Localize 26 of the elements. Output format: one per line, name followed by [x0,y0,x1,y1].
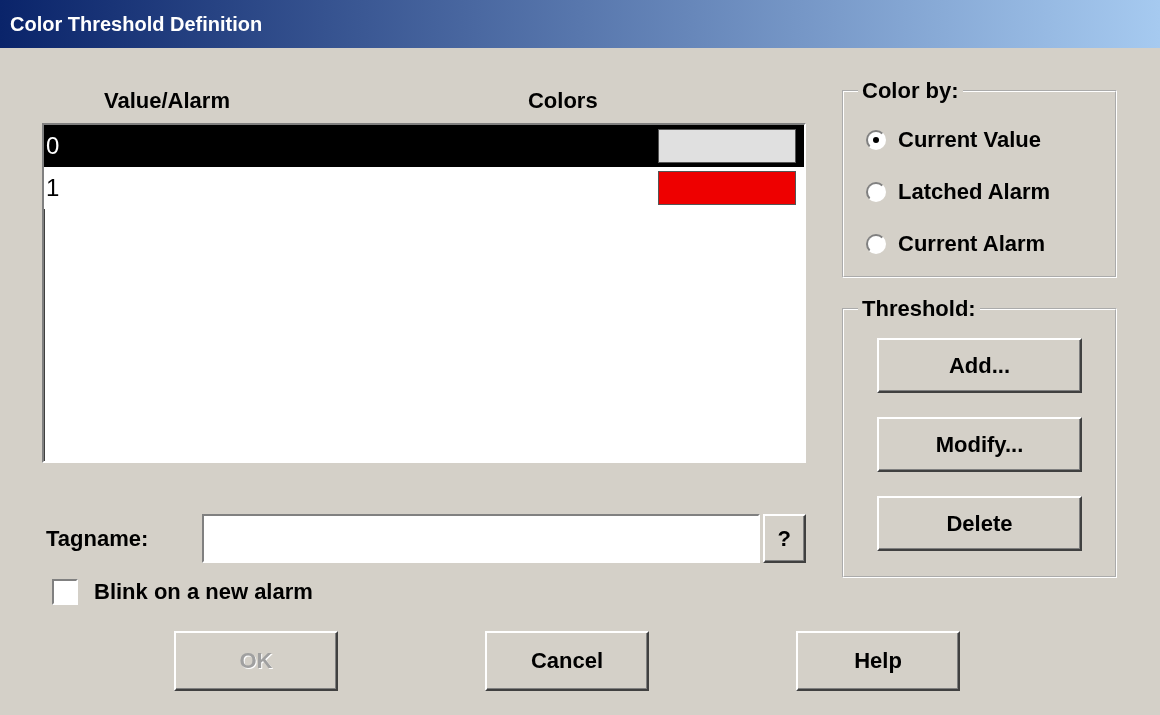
column-header: Colors [527,87,598,114]
threshold-button[interactable]: Modify... [877,417,1082,472]
threshold-button[interactable]: Delete [877,496,1082,551]
browse-button[interactable]: ? [762,514,806,563]
list-row[interactable]: 0 [44,125,804,167]
radio-label: Current Alarm [898,231,1046,257]
radio-option[interactable]: Current Value [844,114,1115,166]
radio-label: Current Value [898,127,1042,153]
group-label: Threshold: [861,296,977,322]
group-label: Color by: [861,78,960,104]
radio-button[interactable] [866,182,886,202]
threshold-button[interactable]: Add... [877,338,1082,393]
tagname-label: Tagname: [46,525,150,552]
column-header: Value/Alarm [104,87,230,114]
dialog-button[interactable]: Help [796,631,960,691]
radio-button[interactable] [866,234,886,254]
tagname-field[interactable] [201,514,760,563]
radio-label: Latched Alarm [898,179,1050,205]
window-title: Color Threshold Definition [10,12,263,36]
blink-checkbox-option[interactable]: Blink on a new alarm [52,579,806,605]
radio-option[interactable]: Current Alarm [844,218,1115,270]
checkbox-label: Blink on a new alarm [94,579,313,605]
radio-option[interactable]: Latched Alarm [844,166,1115,218]
radio-button[interactable] [866,130,886,150]
checkbox[interactable] [52,579,78,605]
dialog-button[interactable]: Cancel [485,631,649,691]
